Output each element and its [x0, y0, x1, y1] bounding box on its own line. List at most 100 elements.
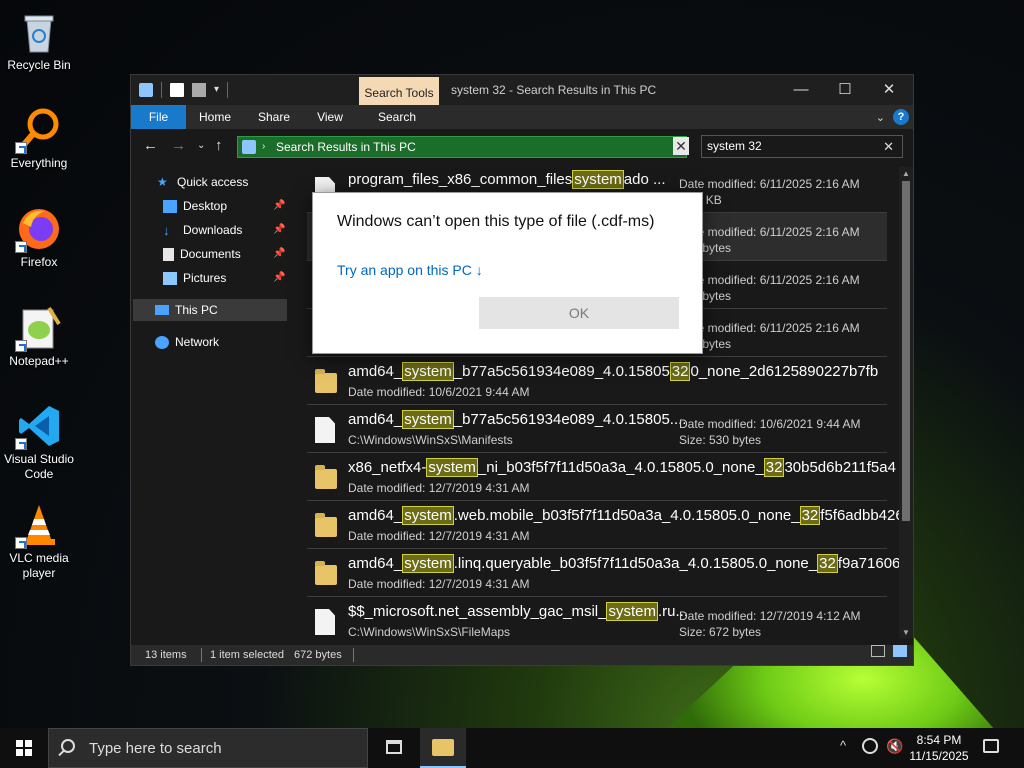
desktop-icon-notepad-plus-plus[interactable]: Notepad++: [2, 304, 76, 369]
quick-access-toolbar: ▾: [139, 82, 229, 98]
details-view-icon[interactable]: [871, 645, 885, 657]
search-tools-context-tab[interactable]: Search Tools: [359, 77, 439, 105]
forward-arrow-icon[interactable]: →: [171, 138, 186, 154]
ribbon-tabs: File Home Share View Search ⌄ ?: [131, 105, 913, 129]
nav-desktop[interactable]: Desktop 📌: [163, 195, 287, 217]
help-icon[interactable]: ?: [893, 109, 909, 125]
navigation-bar: ← → ⌄ ↑ › Search Results in This PC ⌄ ✕ …: [131, 129, 913, 165]
documents-icon: [163, 247, 174, 261]
clock-time: 8:54 PM: [916, 733, 962, 747]
notification-center-icon[interactable]: [983, 739, 999, 753]
vscode-icon: [15, 402, 63, 450]
tab-file[interactable]: File: [131, 105, 186, 129]
tiles-view-icon[interactable]: [893, 645, 907, 657]
desktop-icon-vlc[interactable]: VLC media player: [2, 501, 76, 581]
list-item[interactable]: amd64_ system _b77a5c561934e089_4.0.15805 3…: [307, 357, 887, 405]
nav-network[interactable]: Network: [155, 331, 219, 353]
up-arrow-icon[interactable]: ↑: [215, 138, 223, 154]
volume-muted-icon[interactable]: 🔇: [886, 738, 903, 755]
folder-icon: [139, 83, 153, 97]
minimize-button[interactable]: —: [779, 79, 823, 101]
date-modified: Date modified: 6/11/2025 2:16 AM: [679, 273, 860, 287]
ok-button[interactable]: OK: [479, 297, 679, 329]
pin-icon[interactable]: 📌: [273, 243, 285, 265]
pin-icon[interactable]: 📌: [273, 219, 285, 241]
recent-locations-icon[interactable]: ⌄: [197, 138, 205, 154]
tab-home[interactable]: Home: [193, 105, 237, 129]
scroll-up-icon[interactable]: ▲: [899, 169, 913, 178]
folder-icon: [315, 561, 337, 585]
vlc-cone-icon: [15, 501, 63, 549]
file-size: Size: 672 bytes: [679, 625, 762, 639]
try-app-link[interactable]: Try an app on this PC ↓: [337, 262, 483, 278]
vertical-scrollbar[interactable]: ▲ ▼: [899, 167, 913, 639]
desktop-icon-vscode[interactable]: Visual Studio Code: [2, 402, 76, 482]
list-item[interactable]: x86_netfx4- system _ni_b03f5f7f11d50a3a_4.…: [307, 453, 896, 501]
search-results-icon: [242, 140, 256, 154]
date-modified: Date modified: 12/7/2019 4:31 AM: [348, 529, 530, 543]
file-name: amd64_ system _b77a5c561934e089_4.0.15805.…: [348, 410, 687, 429]
system-clock[interactable]: 8:54 PM 11/15/2025: [908, 732, 970, 764]
taskbar: Type here to search ^ 🔇 8:54 PM 11/15/20…: [0, 728, 1024, 768]
file-path: C:\Windows\WinSxS\Manifests: [348, 433, 513, 447]
item-count: 13 items: [145, 649, 187, 661]
new-folder-icon[interactable]: [192, 83, 206, 97]
date-modified: Date modified: 6/11/2025 2:16 AM: [679, 177, 860, 191]
list-item[interactable]: amd64_ system _b77a5c561934e089_4.0.15805.…: [307, 405, 887, 453]
windows-logo-icon: [16, 740, 32, 756]
folder-icon: [315, 465, 337, 489]
address-bar[interactable]: › Search Results in This PC ⌄: [237, 136, 687, 158]
desktop-icon-everything[interactable]: Everything: [2, 106, 76, 171]
desktop-folder-icon: [163, 199, 177, 213]
tab-share[interactable]: Share: [251, 105, 297, 129]
star-icon: ★: [157, 174, 168, 189]
date-modified: Date modified: 12/7/2019 4:31 AM: [348, 577, 530, 591]
nav-label: Quick access: [177, 175, 249, 189]
scroll-down-icon[interactable]: ▼: [899, 628, 913, 637]
desktop-icon-recycle-bin[interactable]: Recycle Bin: [2, 8, 76, 73]
nav-label: Documents: [180, 247, 241, 261]
expand-ribbon-icon[interactable]: ⌄: [876, 111, 885, 124]
close-button[interactable]: ✕: [867, 79, 911, 101]
customize-toolbar-icon[interactable]: ▾: [214, 83, 219, 97]
title-bar[interactable]: ▾ Search Tools system 32 - Search Result…: [131, 75, 913, 105]
file-name: $$_microsoft.net_assembly_gac_msil_ syste…: [348, 602, 688, 621]
list-item[interactable]: $$_microsoft.net_assembly_gac_msil_ syste…: [307, 597, 887, 639]
nav-this-pc[interactable]: This PC: [133, 299, 287, 321]
task-view-button[interactable]: [374, 728, 418, 768]
folder-icon: [315, 369, 337, 393]
properties-icon[interactable]: [170, 83, 184, 97]
date-modified: Date modified: 6/11/2025 2:16 AM: [679, 321, 860, 335]
date-modified: Date modified: 12/7/2019 4:31 AM: [348, 481, 530, 495]
search-query-text: system 32: [707, 139, 762, 153]
date-modified: Date modified: 6/11/2025 2:16 AM: [679, 225, 860, 239]
nav-pictures[interactable]: Pictures 📌: [163, 267, 287, 289]
scrollbar-thumb[interactable]: [902, 181, 910, 521]
dialog-message: Windows can’t open this type of file (.c…: [337, 213, 655, 230]
back-arrow-icon[interactable]: ←: [143, 138, 158, 154]
nav-quick-access[interactable]: ★ Quick access: [157, 171, 248, 193]
file-icon: [315, 609, 335, 635]
pin-icon[interactable]: 📌: [273, 267, 285, 289]
tab-search[interactable]: Search: [363, 105, 431, 129]
show-hidden-icons-icon[interactable]: ^: [840, 738, 846, 753]
download-arrow-icon: ↓: [163, 222, 170, 238]
nav-downloads[interactable]: ↓ Downloads 📌: [163, 219, 287, 241]
pin-icon[interactable]: 📌: [273, 195, 285, 217]
nav-documents[interactable]: Documents 📌: [163, 243, 287, 265]
stop-search-icon[interactable]: ✕: [673, 137, 689, 155]
toolbar-divider: [227, 82, 229, 98]
list-item[interactable]: amd64_ system .linq.queryable_b03f5f7f11d5…: [307, 549, 901, 597]
desktop-icon-firefox[interactable]: Firefox: [2, 205, 76, 270]
search-input[interactable]: system 32 ✕: [701, 135, 903, 158]
toolbar-divider: [161, 82, 162, 98]
status-divider: [353, 648, 354, 662]
taskbar-search-box[interactable]: Type here to search: [48, 728, 368, 768]
start-button[interactable]: [0, 728, 48, 768]
clear-search-icon[interactable]: ✕: [883, 136, 894, 157]
list-item[interactable]: amd64_ system .web.mobile_b03f5f7f11d50a3a…: [307, 501, 901, 549]
tab-view[interactable]: View: [309, 105, 351, 129]
network-globe-icon[interactable]: [862, 738, 878, 754]
taskbar-file-explorer[interactable]: [420, 728, 466, 768]
maximize-button[interactable]: ☐: [823, 79, 867, 101]
